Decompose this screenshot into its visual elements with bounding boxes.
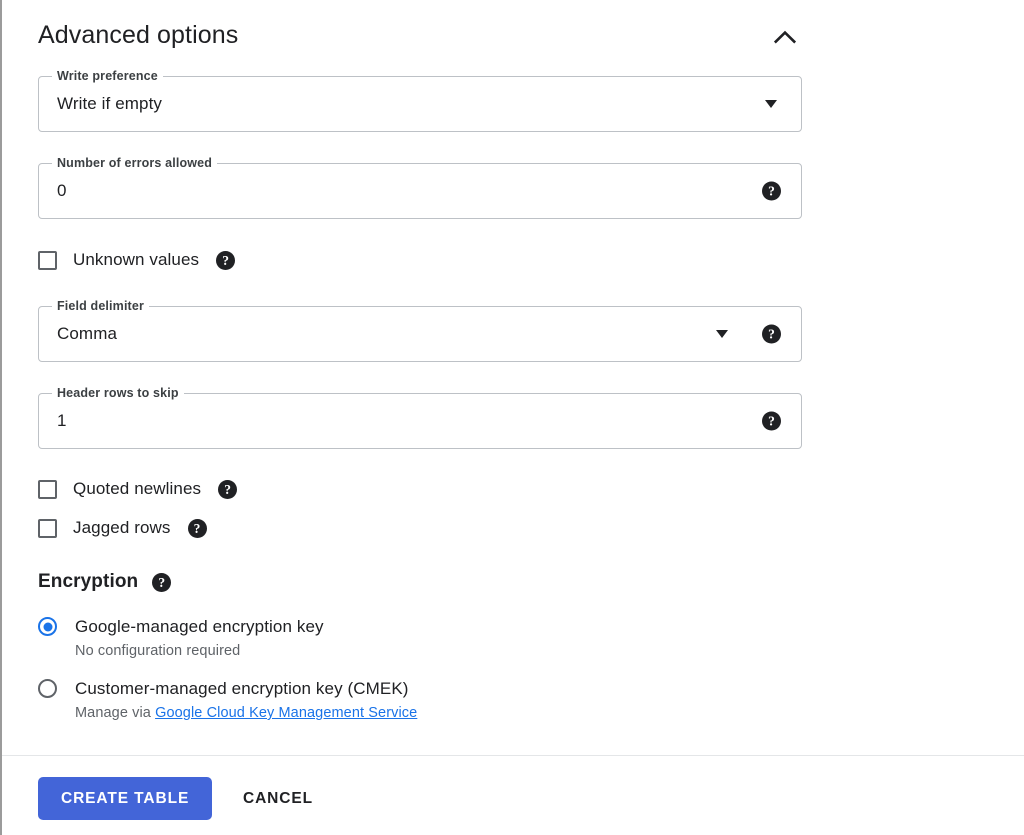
checkbox-icon[interactable] xyxy=(38,250,57,270)
errors-allowed-field[interactable]: Number of errors allowed 0 ? xyxy=(38,156,802,219)
radio-icon-selected[interactable] xyxy=(38,617,57,636)
radio-customer-managed-key[interactable]: Customer-managed encryption key (CMEK) M… xyxy=(38,677,738,723)
dialog-footer: CREATE TABLE CANCEL xyxy=(2,755,1024,835)
header-rows-field[interactable]: Header rows to skip 1 ? xyxy=(38,386,802,449)
chevron-down-icon[interactable] xyxy=(765,100,777,108)
help-icon[interactable]: ? xyxy=(762,181,781,201)
customer-managed-key-sublabel: Manage via Google Cloud Key Management S… xyxy=(75,704,738,723)
chevron-up-icon[interactable] xyxy=(768,20,802,54)
help-icon[interactable]: ? xyxy=(762,411,781,431)
jagged-rows-label: Jagged rows xyxy=(73,518,171,537)
checkbox-icon[interactable] xyxy=(38,479,57,499)
radio-inner-dot xyxy=(43,622,52,631)
kms-link[interactable]: Google Cloud Key Management Service xyxy=(155,705,417,721)
help-icon[interactable]: ? xyxy=(152,572,172,592)
advanced-options-panel: Advanced options Write preference Write … xyxy=(2,0,1024,755)
help-icon[interactable]: ? xyxy=(218,479,238,499)
radio-google-managed-key[interactable]: Google-managed encryption key No configu… xyxy=(38,615,738,661)
quoted-newlines-checkbox-row[interactable]: Quoted newlines ? xyxy=(38,476,238,502)
advanced-options-dialog: Advanced options Write preference Write … xyxy=(0,0,1024,835)
header-rows-value: 1 xyxy=(57,411,67,430)
errors-allowed-label: Number of errors allowed xyxy=(52,156,218,170)
errors-allowed-value: 0 xyxy=(57,181,67,200)
customer-managed-key-label: Customer-managed encryption key (CMEK) xyxy=(75,679,409,698)
quoted-newlines-label: Quoted newlines xyxy=(73,479,202,498)
field-delimiter-value: Comma xyxy=(57,324,118,343)
advanced-options-header: Advanced options xyxy=(38,14,802,56)
chevron-up-glyph xyxy=(774,30,796,44)
write-preference-field[interactable]: Write preference Write if empty xyxy=(38,69,802,132)
checkbox-icon[interactable] xyxy=(38,518,57,538)
header-rows-label: Header rows to skip xyxy=(52,386,184,400)
manage-via-text: Manage via xyxy=(75,705,156,721)
cancel-button[interactable]: CANCEL xyxy=(228,777,328,820)
encryption-title: Encryption xyxy=(38,571,139,592)
chevron-down-icon[interactable] xyxy=(716,330,728,338)
help-icon[interactable]: ? xyxy=(216,250,236,270)
google-managed-key-sublabel: No configuration required xyxy=(75,643,241,659)
encryption-heading: Encryption ? xyxy=(38,569,172,595)
unknown-values-checkbox-row[interactable]: Unknown values ? xyxy=(38,247,236,273)
field-delimiter-field[interactable]: Field delimiter Comma ? xyxy=(38,299,802,362)
jagged-rows-checkbox-row[interactable]: Jagged rows ? xyxy=(38,515,207,541)
help-icon[interactable]: ? xyxy=(762,324,781,344)
write-preference-value: Write if empty xyxy=(57,94,162,113)
help-icon[interactable]: ? xyxy=(187,518,207,538)
create-table-button[interactable]: CREATE TABLE xyxy=(38,777,213,820)
page-title: Advanced options xyxy=(38,21,239,49)
radio-icon-unselected[interactable] xyxy=(38,679,57,698)
unknown-values-label: Unknown values xyxy=(73,250,200,269)
google-managed-key-label: Google-managed encryption key xyxy=(75,617,324,636)
